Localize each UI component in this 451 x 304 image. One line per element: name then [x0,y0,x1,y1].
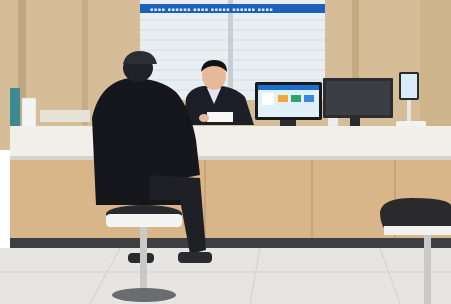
counter-top [10,126,451,158]
counter-edge [10,156,451,160]
service-counter-photo: ▪▪▪▪ ▪▪▪▪▪▪ ▪▪▪▪ ▪▪▪▪▪ ▪▪▪▪▪▪ ▪▪▪▪ [0,0,451,304]
brochure-stand [10,88,20,128]
stool-pole [140,227,147,289]
info-card [21,97,37,129]
screen-header-bar [258,85,319,90]
document-paper [207,112,233,122]
staff-hand [199,114,209,122]
right-stool-seat [380,198,451,230]
sign-lettering: ▪▪▪▪ ▪▪▪▪▪▪ ▪▪▪▪ ▪▪▪▪▪ ▪▪▪▪▪▪ ▪▪▪▪ [150,7,273,13]
stool-base [112,288,176,302]
desk-tray [40,110,90,122]
wall-panel-right [420,0,451,130]
photo-canvas: ▪▪▪▪ ▪▪▪▪▪▪ ▪▪▪▪ ▪▪▪▪▪ ▪▪▪▪▪▪ ▪▪▪▪ [0,0,451,304]
right-stool-pole [424,235,431,304]
window-frame [228,0,233,100]
customer-shoe [178,252,212,263]
monitor-screen [326,81,390,115]
counter-base [10,238,451,248]
stool-seat-rim [106,214,182,227]
screen-tile-blue [304,95,314,102]
screen-tile-green [291,95,301,102]
screen-photo-box [262,93,274,105]
screen-stand [280,120,296,127]
screen-tile-orange [278,95,288,102]
right-stool-rim [384,226,451,235]
tablet-pole [407,100,411,122]
tablet-screen [401,74,417,98]
wall-seam [82,0,88,125]
